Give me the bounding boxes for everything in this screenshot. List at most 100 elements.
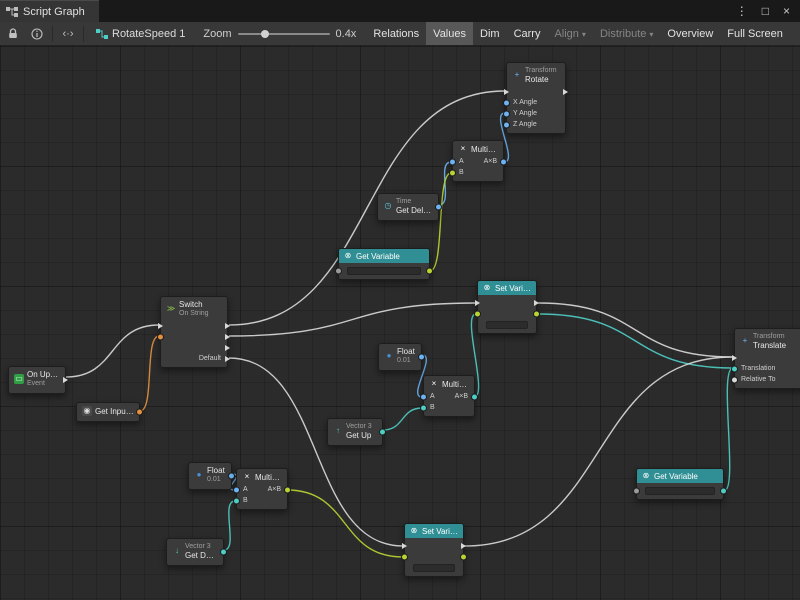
y-angle-input-port[interactable] [504,111,509,116]
node-port-row: Translation [735,363,800,374]
node-port-row [637,485,723,496]
output-port[interactable] [563,89,568,95]
wire-get-variable-node-a-to-multiply-node-a[interactable] [430,173,451,271]
toolbar-button-values[interactable]: Values [426,22,473,45]
node-port-row: B [453,167,503,178]
variable-name-field[interactable] [645,487,715,495]
toolbar-button-relations[interactable]: Relations [366,22,426,45]
toolbar-button-dim[interactable]: Dim [473,22,507,45]
variable-name-field[interactable] [413,564,455,572]
zoom-slider[interactable] [238,27,330,41]
b-input-port[interactable] [234,498,239,503]
maximize-icon[interactable]: □ [762,5,769,17]
output-port[interactable] [427,268,432,273]
lock-icon[interactable] [4,25,22,43]
gamepad-icon: ◉ [82,406,92,416]
get-delta-time-node[interactable]: ◷TimeGet Delta Time [377,193,439,221]
output-port[interactable] [380,430,385,435]
output-port[interactable] [225,334,230,340]
wire-switch-on-string-node-to-rotate-node[interactable] [229,91,505,325]
relative-to-input-port[interactable] [732,377,737,382]
input-port[interactable] [336,268,341,273]
translation-input-port[interactable] [732,366,737,371]
wire-vector3-get-down-node-to-multiply-node-c[interactable] [224,501,235,550]
menu-icon[interactable]: ⋮ [736,5,748,17]
input-port[interactable] [158,323,163,329]
output-port[interactable] [534,311,539,316]
output-port[interactable] [137,410,142,415]
switch-on-string-node[interactable]: ≫SwitchOn StringDefault [160,296,228,368]
input-port[interactable] [475,311,480,316]
wire-get-variable-node-b-to-translate-node[interactable] [724,368,733,491]
a-b-output-port[interactable] [472,394,477,399]
close-icon[interactable]: × [783,5,790,17]
b-input-port[interactable] [450,170,455,175]
float-node-a[interactable]: ●Float0.01 [378,343,422,371]
variable-name-field[interactable] [347,267,421,275]
a-input-port[interactable] [234,487,239,492]
input-port[interactable] [402,554,407,559]
wire-set-variable-node-a-to-translate-node[interactable] [538,303,733,357]
get-input-string-node[interactable]: ◉Get Input String [76,402,140,422]
output-port[interactable] [225,345,230,351]
multiply-node-b[interactable]: ×MultiplyAA×BB [423,375,475,417]
a-input-port[interactable] [421,394,426,399]
port-label: A [243,486,248,493]
info-icon[interactable] [28,25,46,43]
input-port[interactable] [475,300,480,306]
wire-multiply-node-c-to-set-variable-node-b[interactable] [287,490,403,557]
rotate-node[interactable]: +TransformRotateX AngleY AngleZ Angle [506,62,566,134]
output-port[interactable] [461,543,466,549]
wire-switch-on-string-node-to-set-variable-node-b[interactable] [229,358,403,546]
input-port[interactable] [732,355,737,361]
input-port[interactable] [504,89,509,95]
output-port[interactable] [534,300,539,306]
x-angle-input-port[interactable] [504,100,509,105]
z-angle-input-port[interactable] [504,122,509,127]
output-port[interactable] [225,323,230,329]
a-input-port[interactable] [450,159,455,164]
toolbar-button-overview[interactable]: Overview [660,22,720,45]
vector3-get-down-node[interactable]: ↓Vector 3Get Down [166,538,224,566]
multiply-node-a[interactable]: ×MultiplyAA×BB [452,140,504,182]
output-port[interactable] [419,355,424,360]
input-port[interactable] [158,334,163,339]
variable-name-field[interactable] [486,321,528,329]
toolbar-button-distribute[interactable]: Distribute▾ [593,22,660,45]
node-header: ⊗Get Variable [637,469,723,483]
tab-script-graph[interactable]: Script Graph [0,0,99,22]
output-port[interactable] [229,474,234,479]
set-variable-node-a[interactable]: ⊗Set Variable [477,280,537,334]
a-b-output-port[interactable] [501,159,506,164]
output-port[interactable] [63,377,68,383]
a-b-output-port[interactable] [285,487,290,492]
get-variable-node-a[interactable]: ⊗Get Variable [338,248,430,280]
output-port[interactable] [436,205,441,210]
on-update-node[interactable]: ▭On UpdateEvent [8,366,66,394]
graph-canvas[interactable]: ▭On UpdateEvent ◉Get Input String ≫SwitchO… [0,46,800,600]
wire-set-variable-node-b-to-translate-node[interactable] [464,357,733,546]
toolbar-button-align[interactable]: Align▾ [547,22,592,45]
input-port[interactable] [402,543,407,549]
b-input-port[interactable] [421,405,426,410]
output-port[interactable] [461,554,466,559]
code-icon[interactable]: ‹·› [59,25,77,43]
wire-get-input-string-node-to-switch-on-string-node[interactable] [140,336,159,411]
get-variable-node-b[interactable]: ⊗Get Variable [636,468,724,500]
translate-node[interactable]: +TransformTranslateTranslationRelative T… [734,328,800,389]
output-port[interactable] [721,488,726,493]
default-output-port[interactable] [225,356,230,362]
graph-reference[interactable]: RotateSpeed 1 [90,26,191,42]
input-port[interactable] [634,488,639,493]
set-variable-node-b[interactable]: ⊗Set Variable [404,523,464,577]
node-title: Float [207,466,225,475]
float-node-b[interactable]: ●Float0.01 [188,462,232,490]
toolbar-button-full-screen[interactable]: Full Screen [720,22,790,45]
zoom-knob[interactable] [261,30,269,38]
multiply-node-c[interactable]: ×MultiplyAA×BB [236,468,288,510]
vector3-get-up-node[interactable]: ↑Vector 3Get Up [327,418,383,446]
wire-on-update-node-to-switch-on-string-node[interactable] [66,325,159,377]
output-port[interactable] [221,550,226,555]
wire-vector3-get-up-node-to-multiply-node-b[interactable] [383,408,422,430]
toolbar-button-carry[interactable]: Carry [507,22,548,45]
